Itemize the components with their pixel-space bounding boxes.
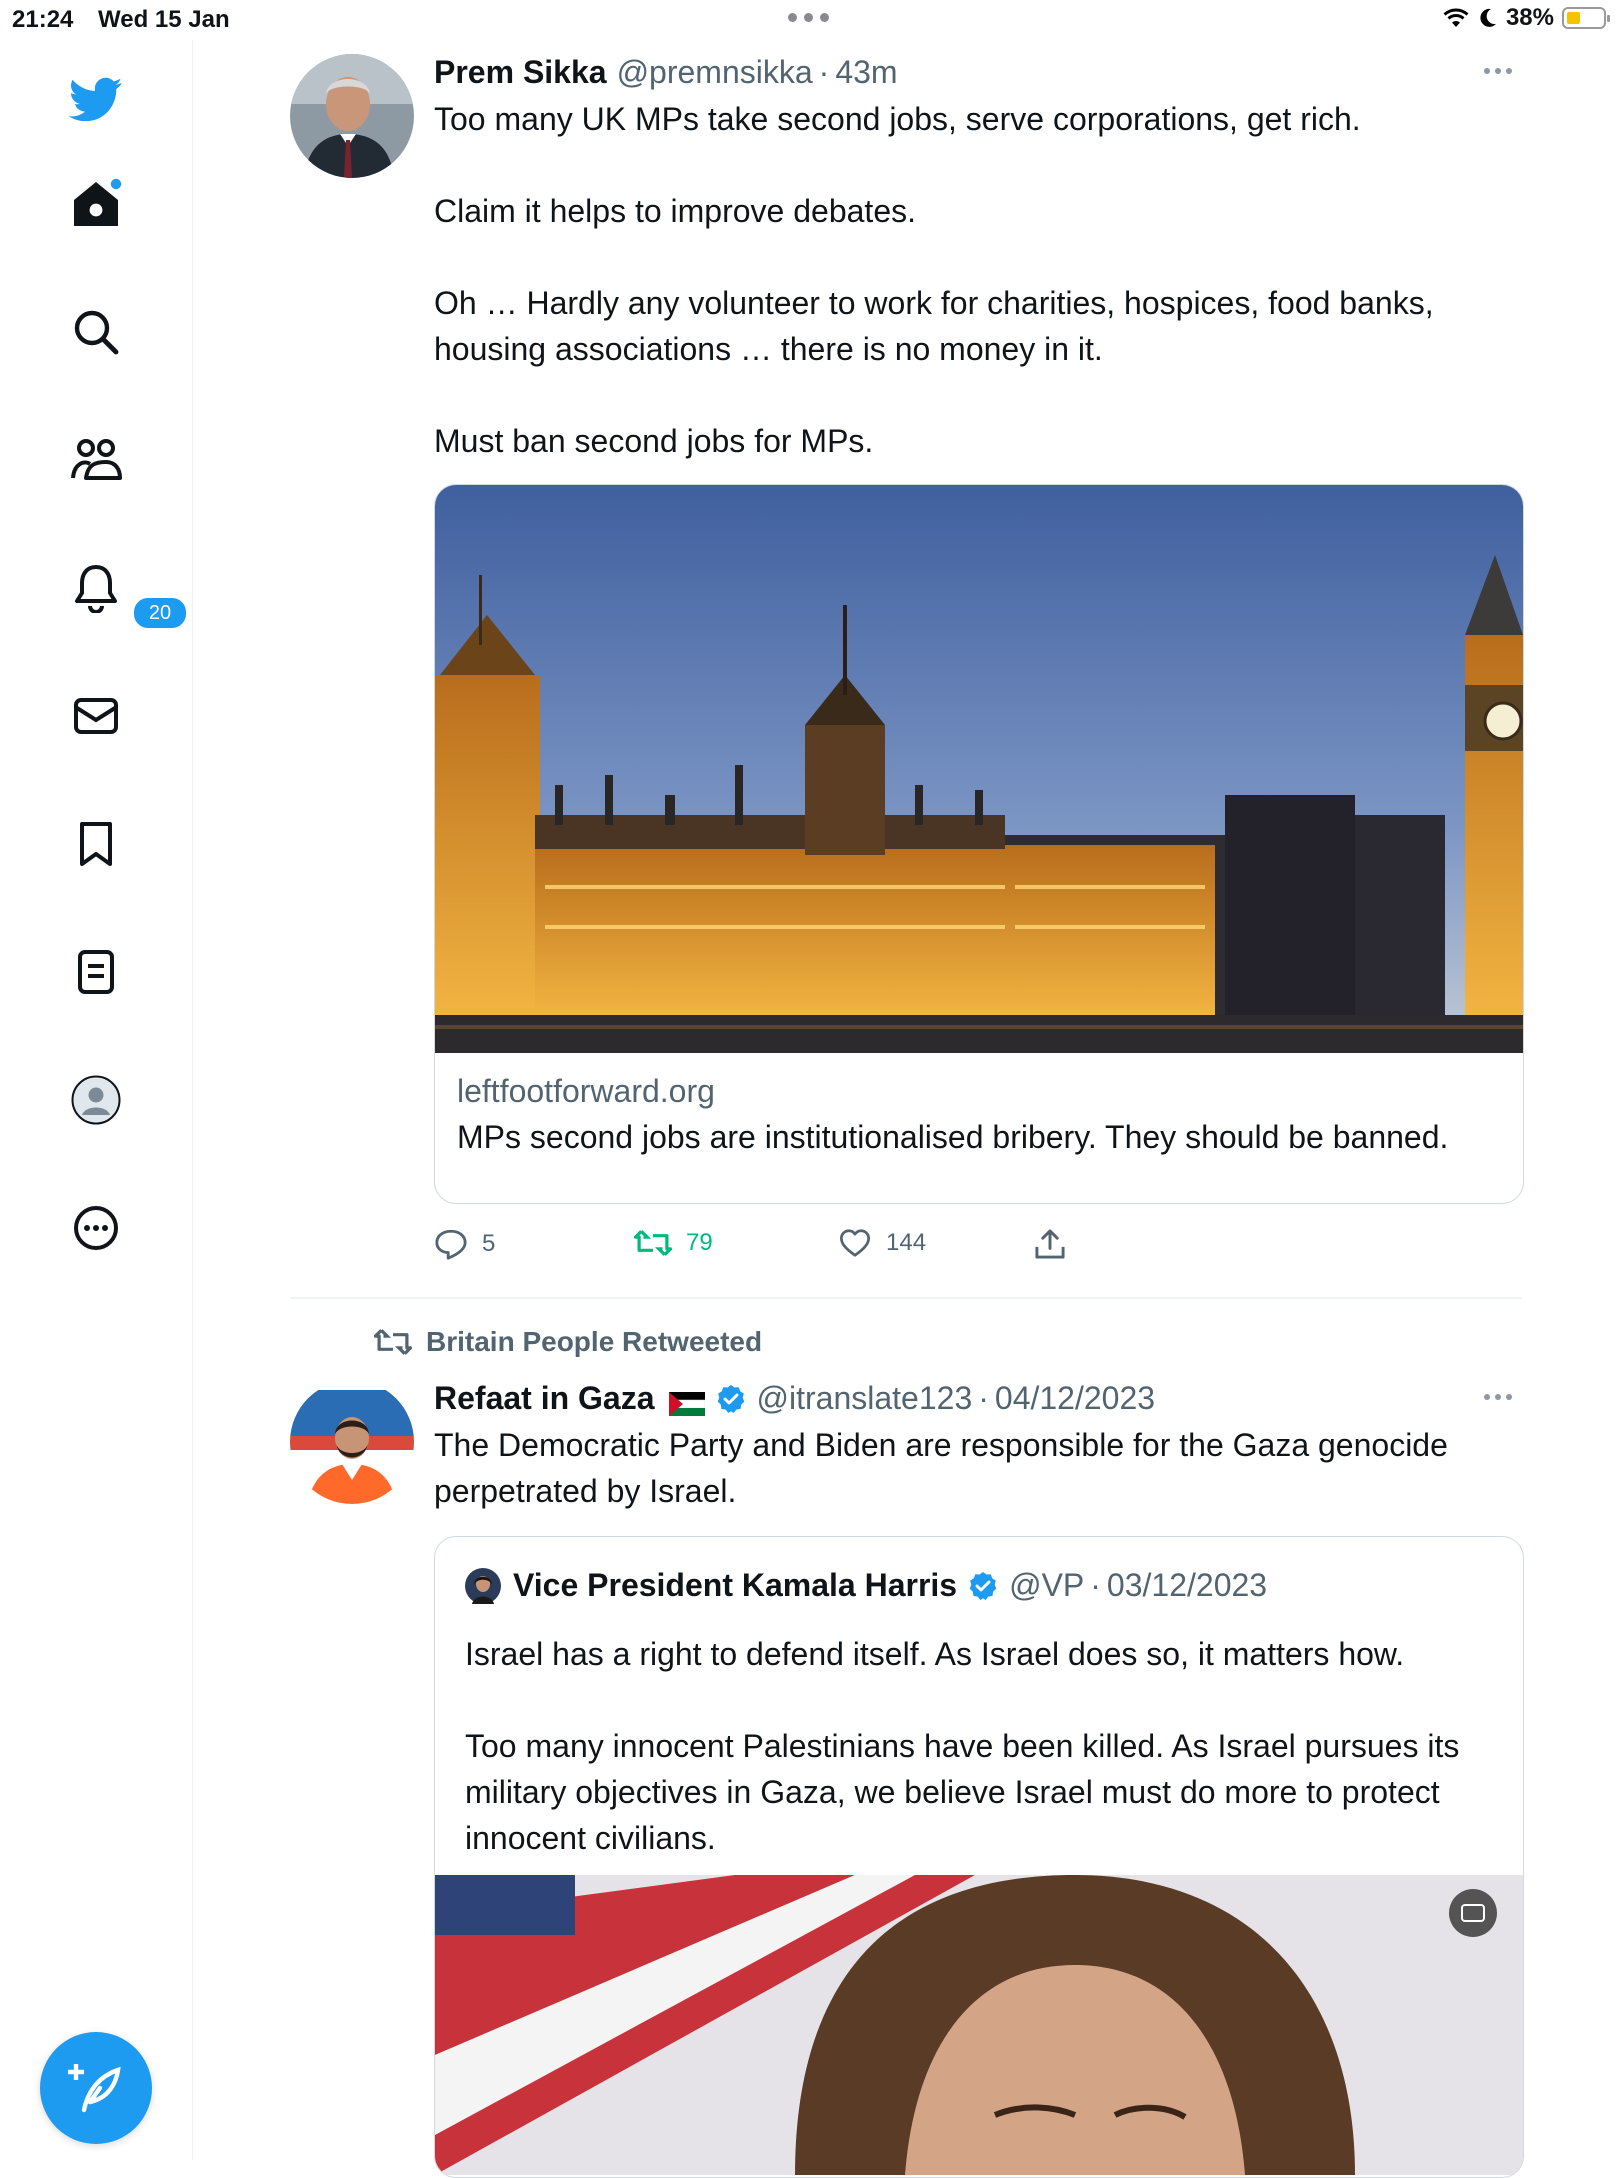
like-button[interactable]: 144 <box>838 1228 926 1258</box>
quoted-tweet-text: Israel has a right to defend itself. As … <box>465 1636 1460 1856</box>
sidebar: 20 <box>0 40 193 2160</box>
multitasking-dots-icon[interactable] <box>788 13 829 22</box>
share-icon <box>1035 1229 1065 1259</box>
card-title: MPs second jobs are institutionalised br… <box>457 1119 1449 1155</box>
quoted-tweet-time[interactable]: 03/12/2023 <box>1107 1567 1267 1604</box>
like-count: 144 <box>886 1229 927 1256</box>
status-indicators: 38% <box>1442 4 1610 32</box>
share-button[interactable] <box>1034 1228 1066 1260</box>
nav-notifications[interactable] <box>64 556 128 620</box>
retweet-icon <box>374 1329 412 1355</box>
avatar[interactable] <box>290 1380 414 1504</box>
palestine-flag-icon <box>668 1387 705 1416</box>
tweet-header: Refaat in Gaza @itranslate123 · 04/12/20… <box>434 1380 1155 1417</box>
tweet-actions: 5 79 144 <box>434 1228 1434 1278</box>
bell-icon <box>75 565 117 613</box>
more-options-icon[interactable] <box>1484 68 1512 74</box>
battery-percent: 38% <box>1505 4 1554 31</box>
verified-badge-icon <box>969 1571 997 1600</box>
card-domain: leftfootforward.org <box>457 1073 715 1109</box>
quoted-author-avatar[interactable] <box>465 1567 501 1604</box>
twitter-logo-icon[interactable] <box>64 68 128 132</box>
retweet-icon <box>634 1230 672 1256</box>
home-icon <box>74 178 122 226</box>
nav-lists[interactable] <box>64 940 128 1004</box>
nav-more[interactable] <box>64 1196 128 1260</box>
quoted-tweet-header: Vice President Kamala Harris @VP · 03/12… <box>465 1567 1267 1604</box>
verified-badge-icon <box>717 1384 744 1413</box>
bookmark-icon <box>80 822 112 866</box>
mail-icon <box>74 698 118 734</box>
status-time: 21:24 <box>12 6 74 33</box>
nav-home[interactable] <box>64 172 128 236</box>
tweet-time[interactable]: 43m <box>835 54 897 91</box>
retweeted-by[interactable]: Britain People Retweeted <box>374 1326 762 1358</box>
author-handle[interactable]: @premnsikka <box>617 54 813 91</box>
retweet-button[interactable]: 79 <box>634 1228 713 1258</box>
nav-profile[interactable] <box>64 1068 128 1132</box>
separator-dot: · <box>978 1380 989 1416</box>
nav-messages[interactable] <box>64 684 128 748</box>
retweet-count: 79 <box>686 1229 713 1256</box>
nav-bookmarks[interactable] <box>64 812 128 876</box>
nav-communities[interactable] <box>64 428 128 492</box>
separator-dot: · <box>1090 1567 1101 1603</box>
reply-count: 5 <box>482 1230 496 1257</box>
communities-icon <box>71 439 122 480</box>
compose-feather-icon <box>68 2064 121 2113</box>
tweet-divider <box>290 1297 1522 1299</box>
quoted-video-thumbnail[interactable] <box>435 1875 1523 2175</box>
tweet-text: Too many UK MPs take second jobs, serve … <box>434 101 1434 459</box>
wifi-icon <box>1443 8 1469 27</box>
reply-button[interactable]: 5 <box>434 1228 495 1260</box>
quoted-author-name[interactable]: Vice President Kamala Harris <box>513 1567 957 1604</box>
lists-icon <box>78 950 114 994</box>
reply-icon <box>435 1229 467 1260</box>
tweet-header: Prem Sikka @premnsikka · 43m <box>434 54 898 91</box>
compose-tweet-button[interactable] <box>40 2032 152 2144</box>
author-name[interactable]: Refaat in Gaza <box>434 1380 655 1417</box>
tweet-text: The Democratic Party and Biden are respo… <box>434 1427 1448 1509</box>
more-options-icon[interactable] <box>1484 1394 1512 1400</box>
nav-explore[interactable] <box>64 300 128 364</box>
link-card[interactable]: leftfootforward.org MPs second jobs are … <box>434 484 1524 1204</box>
quoted-tweet[interactable]: Vice President Kamala Harris @VP · 03/12… <box>434 1536 1524 2178</box>
parliament-photo <box>435 485 1523 1053</box>
author-name[interactable]: Prem Sikka <box>434 54 607 91</box>
status-date: Wed 15 Jan <box>98 6 230 33</box>
author-handle[interactable]: @itranslate123 <box>757 1380 973 1417</box>
battery-icon <box>1562 7 1610 29</box>
avatar[interactable] <box>290 54 414 178</box>
separator-dot: · <box>818 54 830 90</box>
heart-icon <box>840 1229 870 1257</box>
more-circle-icon <box>74 1206 118 1250</box>
notifications-badge: 20 <box>132 596 188 630</box>
search-icon <box>74 310 119 355</box>
quoted-author-handle[interactable]: @VP <box>1009 1567 1084 1604</box>
moon-icon <box>1480 8 1496 27</box>
tweet-time[interactable]: 04/12/2023 <box>995 1380 1155 1417</box>
profile-avatar-icon <box>71 1075 121 1125</box>
retweeted-by-label: Britain People Retweeted <box>426 1326 763 1357</box>
status-bar: 21:24 Wed 15 Jan 38% <box>0 0 1620 40</box>
